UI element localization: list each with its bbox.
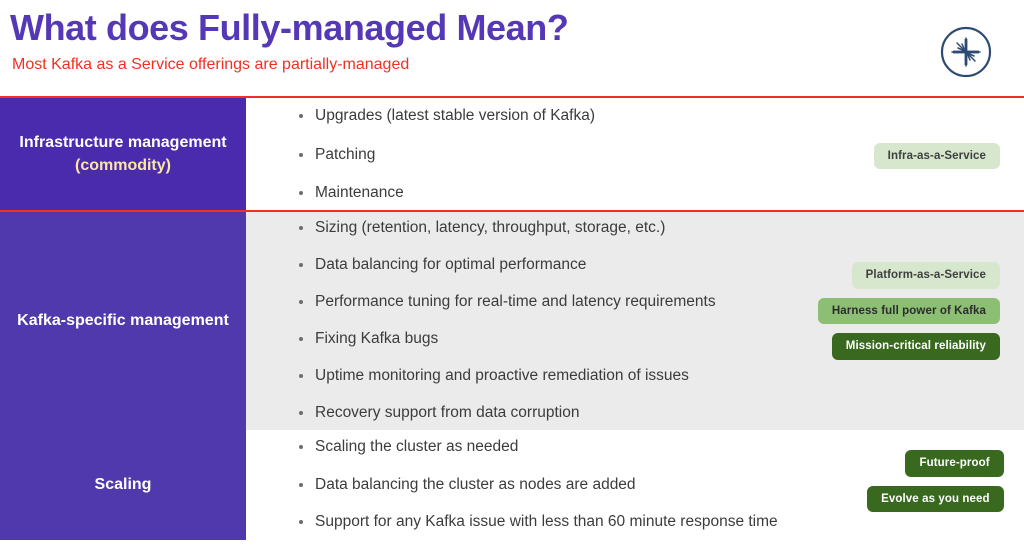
list-item: Scaling the cluster as needed <box>296 437 778 458</box>
content-cell-scaling: Scaling the cluster as needed Data balan… <box>246 430 1024 540</box>
bullet-list: Sizing (retention, latency, throughput, … <box>246 212 774 430</box>
badge-group: Platform-as-a-Service Harness full power… <box>774 212 1024 430</box>
list-item: Patching <box>296 145 774 166</box>
list-item: Data balancing for optimal performance <box>296 255 774 276</box>
content-cell-kafka-specific-management: Sizing (retention, latency, throughput, … <box>246 212 1024 430</box>
fully-managed-matrix: Infrastructure management (commodity) Up… <box>0 96 1024 540</box>
category-cell-infrastructure-management: Infrastructure management (commodity) <box>0 98 246 210</box>
category-label: Kafka-specific management <box>17 312 229 330</box>
badge-group: Infra-as-a-Service <box>774 98 1024 210</box>
list-item: Fixing Kafka bugs <box>296 329 774 350</box>
status-badge: Platform-as-a-Service <box>851 262 1000 289</box>
table-row: Infrastructure management (commodity) Up… <box>0 96 1024 212</box>
status-badge: Future-proof <box>905 450 1004 477</box>
content-cell-infrastructure-management: Upgrades (latest stable version of Kafka… <box>246 98 1024 210</box>
slide-footer-strip <box>0 540 1024 558</box>
table-row: Scaling Scaling the cluster as needed Da… <box>0 430 1024 540</box>
category-label: Infrastructure management <box>19 133 227 151</box>
category-sublabel: (commodity) <box>74 157 171 174</box>
table-row: Kafka-specific management Sizing (retent… <box>0 212 1024 430</box>
list-item: Upgrades (latest stable version of Kafka… <box>296 106 774 127</box>
page-subtitle: Most Kafka as a Service offerings are pa… <box>12 55 410 73</box>
slide-header: What does Fully-managed Mean? Most Kafka… <box>0 0 1024 96</box>
list-item: Recovery support from data corruption <box>296 403 774 424</box>
category-label: Scaling <box>94 476 152 494</box>
starburst-circle-logo-icon <box>936 22 996 82</box>
list-item: Maintenance <box>296 183 774 204</box>
list-item: Support for any Kafka issue with less th… <box>296 512 778 533</box>
status-badge: Infra-as-a-Service <box>873 142 1000 170</box>
status-badge: Evolve as you need <box>867 485 1004 513</box>
bullet-list: Scaling the cluster as needed Data balan… <box>246 430 778 540</box>
category-cell-kafka-specific-management: Kafka-specific management <box>0 212 246 430</box>
list-item: Sizing (retention, latency, throughput, … <box>296 218 774 239</box>
status-badge: Harness full power of Kafka <box>817 297 1000 325</box>
bullet-list: Upgrades (latest stable version of Kafka… <box>246 98 774 210</box>
status-badge: Mission-critical reliability <box>831 333 1000 360</box>
category-cell-scaling: Scaling <box>0 430 246 540</box>
list-item: Uptime monitoring and proactive remediat… <box>296 366 774 387</box>
list-item: Data balancing the cluster as nodes are … <box>296 475 778 496</box>
page-title: What does Fully-managed Mean? <box>10 7 569 48</box>
badge-group: Future-proof Evolve as you need <box>778 430 1024 540</box>
list-item: Performance tuning for real-time and lat… <box>296 292 774 313</box>
